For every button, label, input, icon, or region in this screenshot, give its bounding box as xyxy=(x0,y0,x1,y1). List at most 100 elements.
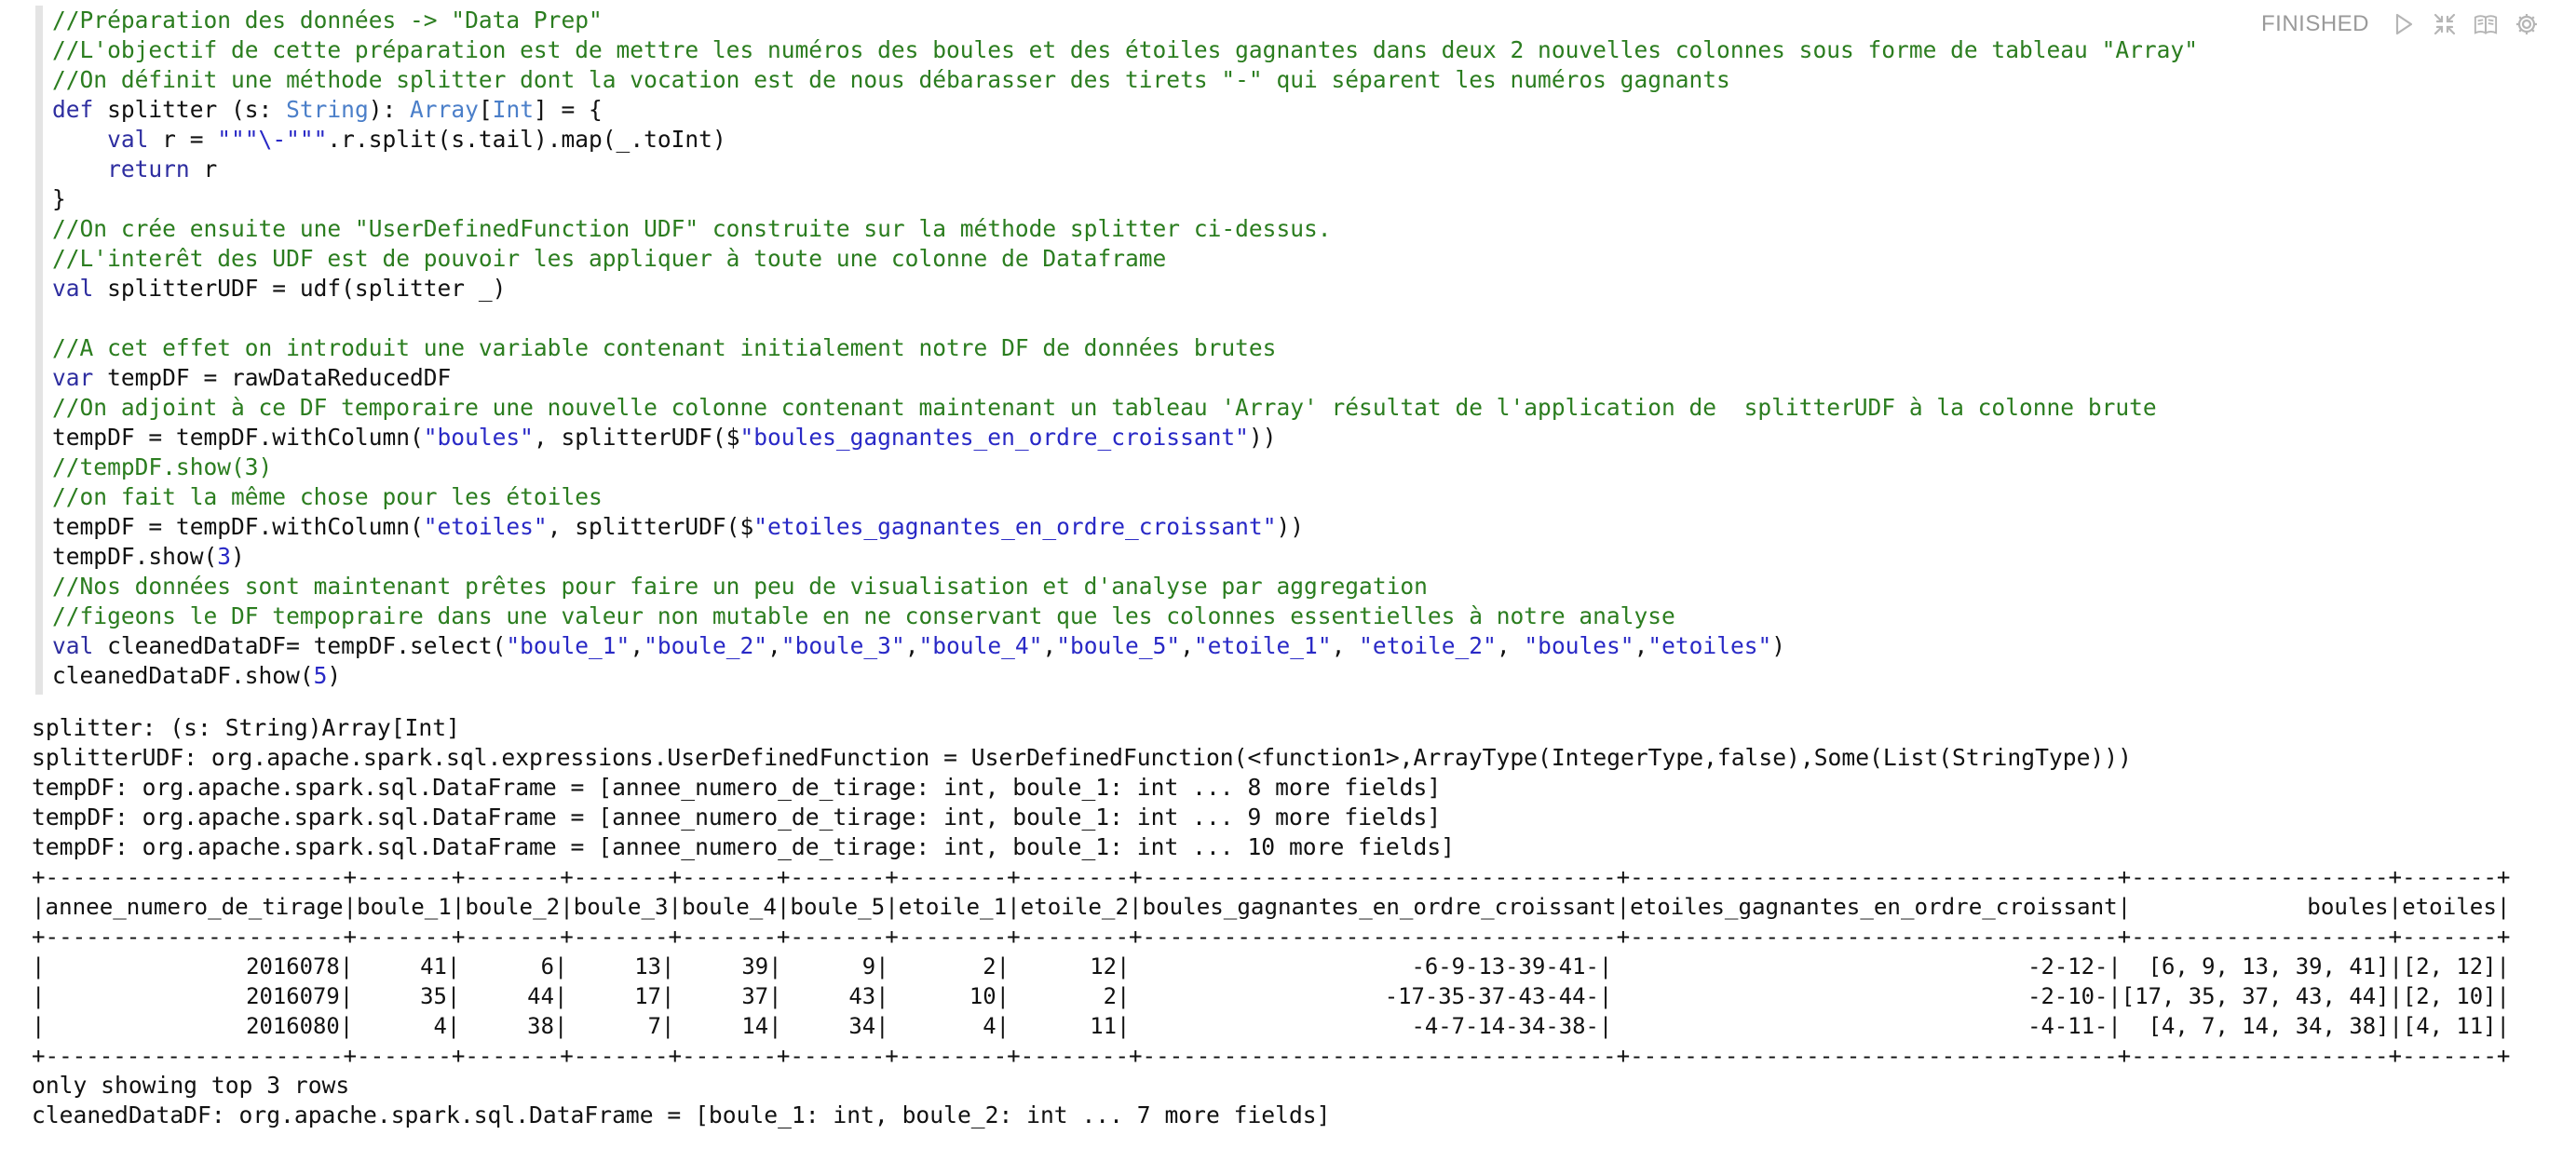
code-token: tempDF = rawDataReducedDF xyxy=(93,364,452,391)
output-line: | 2016078| 41| 6| 13| 39| 9| 2| 12| -6-9… xyxy=(32,953,2510,980)
code-editor[interactable]: //Préparation des données -> "Data Prep"… xyxy=(35,6,2513,695)
output-line: +----------------------+-------+-------+… xyxy=(32,864,2511,890)
code-token: "etoile_2" xyxy=(1359,632,1497,659)
code-token: splitter (s: xyxy=(93,96,287,123)
code-token: ) xyxy=(231,543,245,570)
code-token: //On définit une méthode splitter dont l… xyxy=(52,66,1730,93)
code-line: } xyxy=(52,184,2513,214)
code-line: //On adjoint à ce DF temporaire une nouv… xyxy=(52,393,2513,423)
code-token: //A cet effet on introduit une variable … xyxy=(52,334,1277,361)
code-token: "boule_1" xyxy=(506,632,630,659)
code-token: , xyxy=(630,632,644,659)
code-token: val xyxy=(107,126,149,153)
code-token: tempDF.show( xyxy=(52,543,218,570)
code-token: //tempDF.show(3) xyxy=(52,453,273,480)
code-token: ): xyxy=(368,96,411,123)
code-token: "etoiles_gagnantes_en_ordre_croissant" xyxy=(753,513,1277,540)
code-token: , xyxy=(904,632,919,659)
code-token: //L'objectif de cette préparation est de… xyxy=(52,36,2198,63)
code-line: val cleanedDataDF= tempDF.select("boule_… xyxy=(52,631,2513,661)
code-token: "boule_3" xyxy=(780,632,905,659)
code-line: tempDF = tempDF.withColumn("boules", spl… xyxy=(52,423,2513,453)
code-token: , xyxy=(1331,632,1360,659)
code-line: //On définit une méthode splitter dont l… xyxy=(52,65,2513,95)
code-token: ) xyxy=(1771,632,1786,659)
code-token: ) xyxy=(327,662,342,689)
code-line: cleanedDataDF.show(5) xyxy=(52,661,2513,691)
code-token: "etoile_1" xyxy=(1193,632,1332,659)
code-token: , xyxy=(1180,632,1194,659)
output-line: |annee_numero_de_tirage|boule_1|boule_2|… xyxy=(32,894,2511,920)
code-token: var xyxy=(52,364,94,391)
output-line: +----------------------+-------+-------+… xyxy=(32,924,2511,950)
code-line: //Préparation des données -> "Data Prep" xyxy=(52,6,2513,35)
output-line: cleanedDataDF: org.apache.spark.sql.Data… xyxy=(32,1101,1331,1128)
code-token: , xyxy=(1042,632,1057,659)
code-token: "boules" xyxy=(1524,632,1634,659)
code-line: tempDF.show(3) xyxy=(52,542,2513,572)
code-line: //tempDF.show(3) xyxy=(52,453,2513,482)
code-token: cleanedDataDF.show( xyxy=(52,662,314,689)
code-token: "boules" xyxy=(423,424,534,451)
output-line: splitter: (s: String)Array[Int] xyxy=(32,714,460,741)
code-token: 3 xyxy=(217,543,232,570)
code-token: , xyxy=(1634,632,1648,659)
code-line: val r = """\-""".r.split(s.tail).map(_.t… xyxy=(52,125,2513,155)
code-token: } xyxy=(52,185,66,212)
code-token: , xyxy=(767,632,781,659)
code-line: var tempDF = rawDataReducedDF xyxy=(52,363,2513,393)
code-token: Array xyxy=(410,96,479,123)
gear-icon[interactable] xyxy=(2515,12,2539,36)
output-line: only showing top 3 rows xyxy=(32,1072,350,1099)
code-token: , splitterUDF($ xyxy=(547,513,754,540)
output-line: | 2016079| 35| 44| 17| 37| 43| 10| 2| -1… xyxy=(32,983,2510,1009)
code-line: //On crée ensuite une "UserDefinedFuncti… xyxy=(52,214,2513,244)
code-token: , xyxy=(1496,632,1525,659)
output-line: tempDF: org.apache.spark.sql.DataFrame =… xyxy=(32,804,1442,831)
code-token: def xyxy=(52,96,94,123)
code-token: //Nos données sont maintenant prêtes pou… xyxy=(52,573,1428,600)
code-line: tempDF = tempDF.withColumn("etoiles", sp… xyxy=(52,512,2513,542)
code-token: """\-""" xyxy=(217,126,328,153)
code-line: //figeons le DF tempopraire dans une val… xyxy=(52,601,2513,631)
code-token: "boule_5" xyxy=(1056,632,1181,659)
code-line: val splitterUDF = udf(splitter _) xyxy=(52,274,2513,304)
code-token: ] = { xyxy=(533,96,603,123)
code-token: Int xyxy=(492,96,534,123)
code-token: [ xyxy=(478,96,493,123)
code-token: val xyxy=(52,275,94,302)
code-token: //L'interêt des UDF est de pouvoir les a… xyxy=(52,245,1167,272)
code-line: //L'interêt des UDF est de pouvoir les a… xyxy=(52,244,2513,274)
code-line: //on fait la même chose pour les étoiles xyxy=(52,482,2513,512)
output-line: tempDF: org.apache.spark.sql.DataFrame =… xyxy=(32,774,1442,801)
notebook-paragraph: FINISHED //Préparation des données -> "D… xyxy=(0,0,2576,1162)
code-token: , splitterUDF($ xyxy=(533,424,740,451)
code-token: 5 xyxy=(313,662,328,689)
code-token: //Préparation des données -> "Data Prep" xyxy=(52,7,603,34)
output-line: | 2016080| 4| 38| 7| 14| 34| 4| 11| -4-7… xyxy=(32,1013,2510,1039)
code-token: )) xyxy=(1276,513,1305,540)
code-token: r = xyxy=(148,126,218,153)
code-token: "etoiles" xyxy=(423,513,548,540)
code-token: //On adjoint à ce DF temporaire une nouv… xyxy=(52,394,2157,421)
code-line: //Nos données sont maintenant prêtes pou… xyxy=(52,572,2513,601)
code-token: //On crée ensuite une "UserDefinedFuncti… xyxy=(52,215,1332,242)
code-token: "boule_2" xyxy=(644,632,768,659)
paragraph-output: splitter: (s: String)Array[Int] splitterU… xyxy=(32,713,2546,1160)
code-token: //figeons le DF tempopraire dans une val… xyxy=(52,602,1675,629)
code-line: def splitter (s: String): Array[Int] = { xyxy=(52,95,2513,125)
code-token: //on fait la même chose pour les étoiles xyxy=(52,483,603,510)
output-line: tempDF: org.apache.spark.sql.DataFrame =… xyxy=(32,833,1455,860)
code-token: cleanedDataDF= tempDF.select( xyxy=(93,632,507,659)
code-line: //A cet effet on introduit une variable … xyxy=(52,333,2513,363)
code-token: r xyxy=(189,155,218,182)
code-line: return r xyxy=(52,155,2513,184)
code-token: splitterUDF = udf(splitter _) xyxy=(93,275,507,302)
code-token: tempDF = tempDF.withColumn( xyxy=(52,424,424,451)
code-token: "boules_gagnantes_en_ordre_croissant" xyxy=(739,424,1249,451)
code-token: "etoiles" xyxy=(1647,632,1772,659)
code-token: String xyxy=(286,96,369,123)
